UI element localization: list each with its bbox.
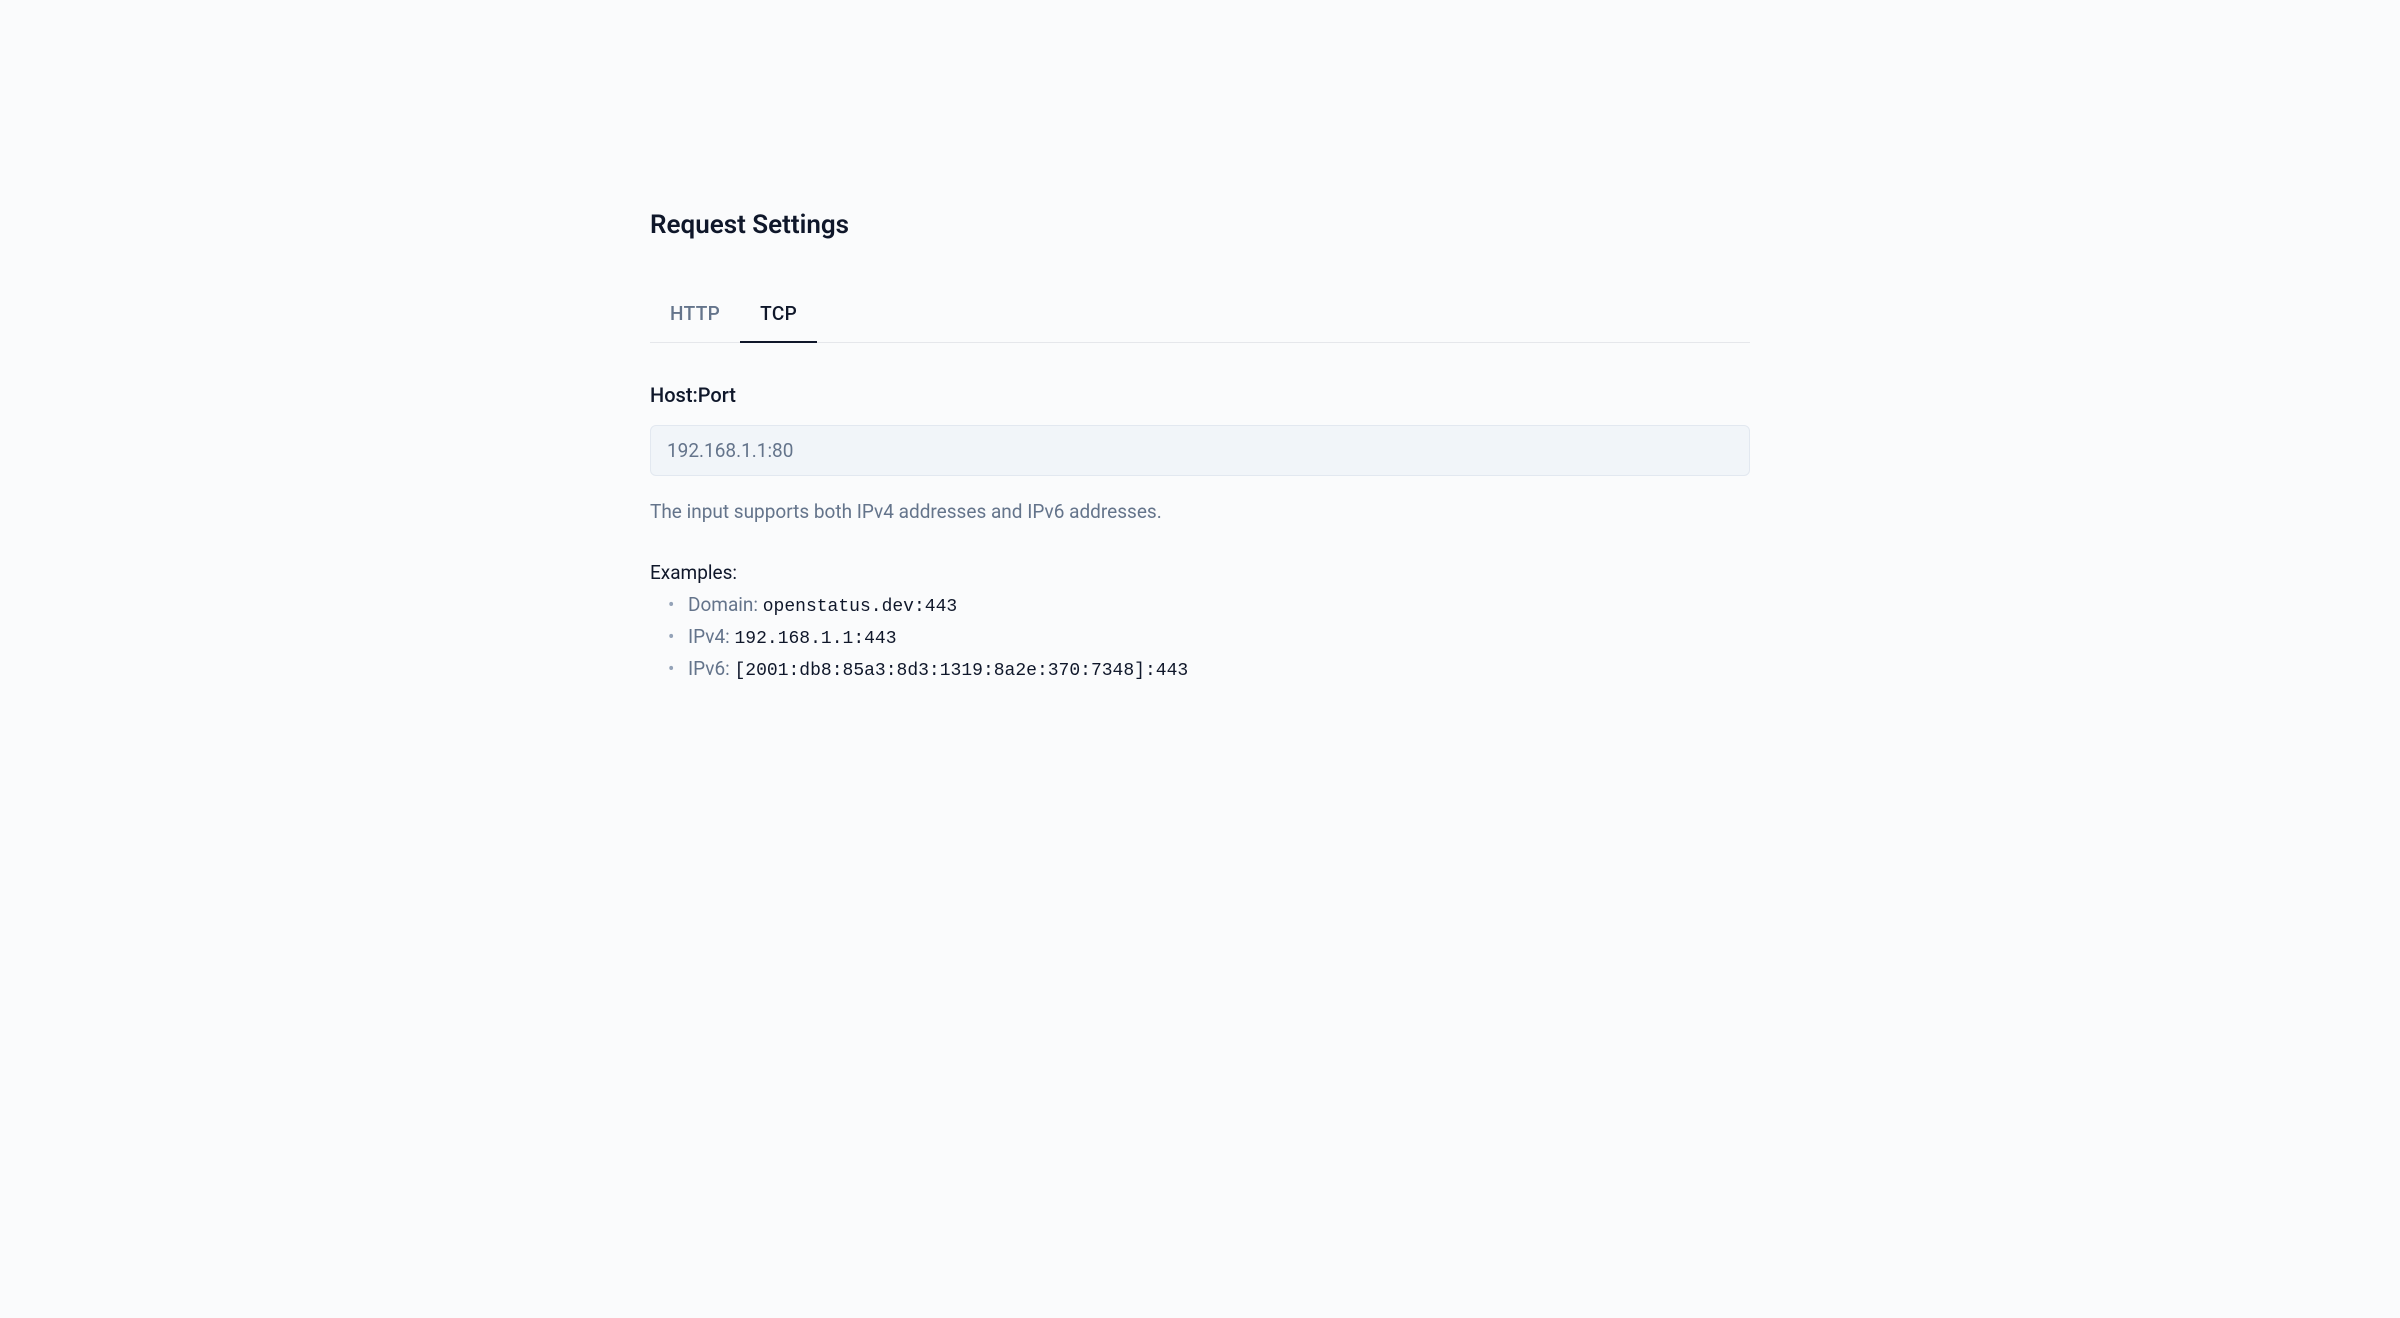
example-type-ipv6: IPv6: <box>688 657 730 680</box>
host-port-help-text: The input supports both IPv4 addresses a… <box>650 500 1750 523</box>
tabs: HTTP TCP <box>650 288 1750 343</box>
example-type-domain: Domain: <box>688 593 758 616</box>
list-item: IPv6: [2001:db8:85a3:8d3:1319:8a2e:370:7… <box>688 654 1750 686</box>
tab-tcp[interactable]: TCP <box>740 288 817 343</box>
example-code-ipv6: [2001:db8:85a3:8d3:1319:8a2e:370:7348]:4… <box>735 661 1189 681</box>
list-item: Domain: openstatus.dev:443 <box>688 590 1750 622</box>
example-code-ipv4: 192.168.1.1:443 <box>735 629 897 649</box>
request-settings-panel: Request Settings HTTP TCP Host:Port The … <box>650 210 1750 686</box>
example-type-ipv4: IPv4: <box>688 625 730 648</box>
list-item: IPv4: 192.168.1.1:443 <box>688 622 1750 654</box>
examples-label: Examples: <box>650 561 1750 584</box>
section-title: Request Settings <box>650 210 1750 240</box>
example-code-domain: openstatus.dev:443 <box>763 597 957 617</box>
tab-http[interactable]: HTTP <box>650 288 740 343</box>
host-port-input[interactable] <box>650 425 1750 476</box>
examples-list: Domain: openstatus.dev:443 IPv4: 192.168… <box>650 590 1750 686</box>
host-port-label: Host:Port <box>650 383 1750 407</box>
